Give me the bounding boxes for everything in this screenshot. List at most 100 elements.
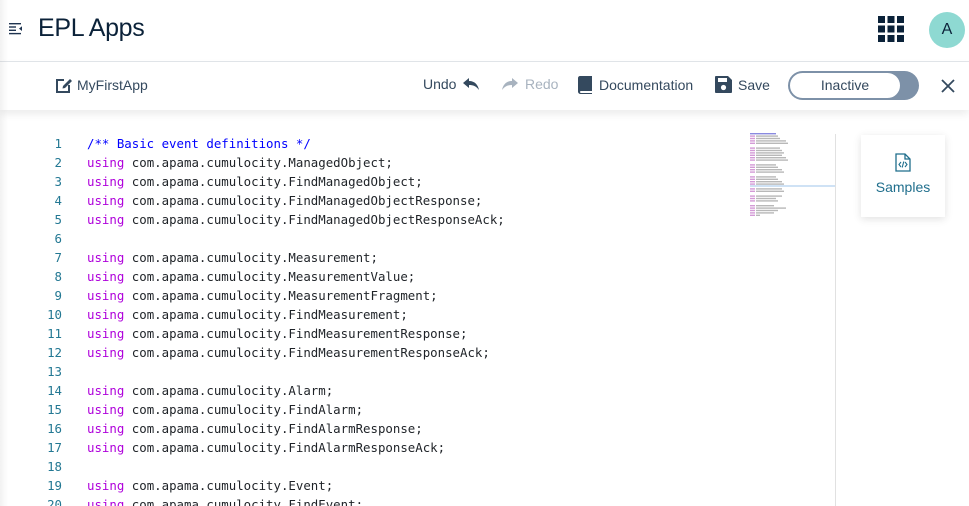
line-text: using com.apama.cumulocity.MeasurementVa… [87,267,415,286]
code-line: 19 using com.apama.cumulocity.Event; [0,476,333,495]
minimap-line [750,154,755,156]
minimap-line [750,149,755,152]
close-icon[interactable] [940,78,956,94]
code-keyword: using [87,440,125,455]
user-avatar[interactable]: A [929,12,965,48]
line-number: 13 [47,364,62,379]
line-number: 5 [54,212,62,227]
app-name-edit[interactable]: MyFirstApp [55,76,148,94]
minimap-line [756,200,778,202]
line-text: using com.apama.cumulocity.FindManagedOb… [87,191,482,210]
minimap-line [756,188,782,190]
line-text: using com.apama.cumulocity.FindAlarm; [87,400,363,419]
line-text: using com.apama.cumulocity.FindAlarmResp… [87,438,445,457]
line-number: 7 [54,250,62,265]
code-line: 16 using com.apama.cumulocity.FindAlarmRe… [0,419,423,438]
line-text: using com.apama.cumulocity.FindMeasureme… [87,343,490,362]
app-switcher-icon[interactable] [878,16,904,42]
line-text: using com.apama.cumulocity.Alarm; [87,381,333,400]
samples-label: Samples [875,179,931,195]
minimap-line [756,157,786,159]
code-keyword: using [87,497,125,506]
code-keyword: using [87,478,125,493]
minimap-line [756,166,778,168]
code-keyword: using [87,383,125,398]
minimap-line [750,159,755,161]
page-title: EPL Apps [38,14,145,42]
minimap-line [756,197,776,200]
minimap-line [750,214,755,216]
minimap-line [756,152,784,154]
redo-label: Redo [525,76,559,92]
code-keyword: using [87,345,125,360]
samples-button[interactable]: Samples [861,135,945,217]
code-identifier: com.apama.cumulocity.FindMeasurement; [124,307,408,322]
app-name-label: MyFirstApp [77,77,148,93]
code-keyword: using [87,402,125,417]
redo-button[interactable]: Redo [501,76,558,92]
code-line: 14 using com.apama.cumulocity.Alarm; [0,381,333,400]
minimap-line [750,212,755,214]
minimap-line [750,157,755,159]
line-text: using com.apama.cumulocity.Event; [87,476,333,495]
code-identifier: com.apama.cumulocity.FindAlarmResponse; [124,421,423,436]
code-line: 8 using com.apama.cumulocity.MeasurementV… [0,267,416,286]
minimap-line [750,166,755,168]
line-text: /** Basic event definitions */ [87,134,311,153]
line-text: using com.apama.cumulocity.FindMeasureme… [87,324,467,343]
minimap-line [750,152,755,154]
code-identifier: com.apama.cumulocity.Measurement; [124,250,378,265]
activation-toggle[interactable]: Inactive [788,71,919,100]
minimap-line [756,214,760,216]
minimap-line [750,142,755,144]
minimap-line [756,207,786,209]
line-text: using com.apama.cumulocity.FindAlarmResp… [87,419,423,438]
code-keyword: using [87,250,125,265]
minimap-line [750,137,755,140]
minimap-line [750,164,755,166]
line-text: using com.apama.cumulocity.FindManagedOb… [87,210,505,229]
undo-button[interactable]: Undo [423,76,480,92]
minimap-line [756,176,776,178]
toggle-label: Inactive [789,72,901,99]
editor-toolbar: MyFirstApp Undo Redo Documentation Save … [0,62,969,110]
code-identifier: com.apama.cumulocity.FindMeasurementResp… [124,345,490,360]
code-line: 11 using com.apama.cumulocity.FindMeasure… [0,324,467,343]
code-identifier: com.apama.cumulocity.FindManagedObject; [124,174,423,189]
code-line: 18 [0,457,62,476]
editor-minimap[interactable] [750,132,836,222]
code-lines: 1 /** Basic event definitions */ 2 using co… [0,134,505,506]
line-text: using com.apama.cumulocity.FindManagedOb… [87,172,423,191]
code-keyword: using [87,193,125,208]
line-number: 17 [47,440,62,455]
minimap-line [756,190,784,192]
code-line: 10 using com.apama.cumulocity.FindMeasure… [0,305,408,324]
code-keyword: using [87,212,125,227]
minimap-line [756,169,782,171]
code-editor[interactable]: 1 /** Basic event definitions */ 2 using co… [0,110,836,506]
save-button[interactable]: Save [715,76,770,93]
line-number: 16 [47,421,62,436]
code-identifier: com.apama.cumulocity.FindAlarmResponseAc… [124,440,446,455]
minimap-line [750,209,755,212]
code-identifier: com.apama.cumulocity.FindAlarm; [124,402,364,417]
minimap-line [756,212,774,214]
top-bar: EPL Apps A [0,0,969,62]
documentation-button[interactable]: Documentation [578,76,693,94]
minimap-line [756,147,780,149]
line-number: 11 [47,326,62,341]
minimap-viewport-indicator [750,185,836,187]
minimap-line [750,183,755,185]
line-number: 10 [47,307,62,322]
minimap-line [756,183,784,185]
code-line: 4 using com.apama.cumulocity.FindManagedO… [0,191,483,210]
code-line: 12 using com.apama.cumulocity.FindMeasure… [0,343,490,362]
minimap-line [756,205,774,207]
minimap-line [750,195,755,197]
code-line: 6 [0,229,62,248]
code-line: 15 using com.apama.cumulocity.FindAlarm; [0,400,363,419]
code-identifier: com.apama.cumulocity.MeasurementValue; [124,269,416,284]
menu-toggle-icon[interactable] [9,22,23,36]
line-number: 8 [54,269,62,284]
code-keyword: using [87,269,125,284]
